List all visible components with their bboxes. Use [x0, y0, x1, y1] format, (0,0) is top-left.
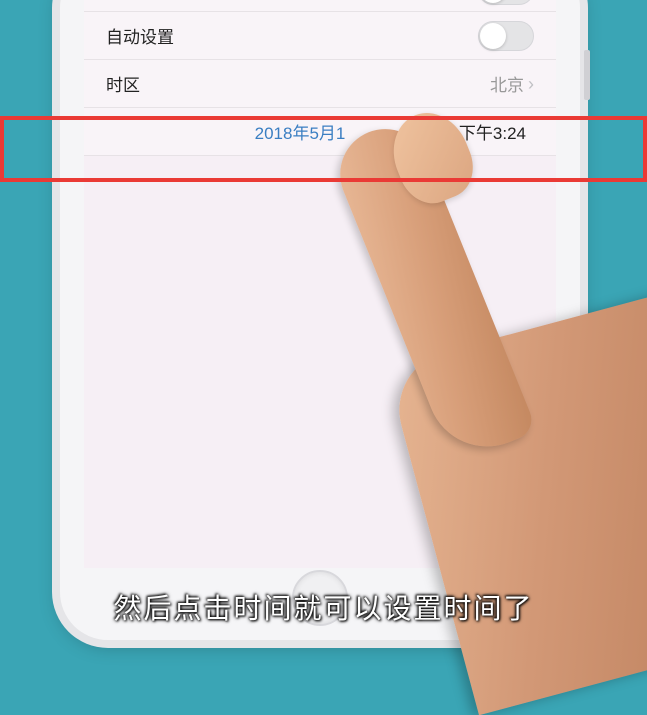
phone-frame: 自动设置 时区 北京 › 2018年5月1 下午3:24	[60, 0, 580, 640]
side-button	[584, 50, 590, 100]
row-auto-set[interactable]: 自动设置	[84, 12, 556, 60]
phone-screen: 自动设置 时区 北京 › 2018年5月1 下午3:24	[84, 0, 556, 568]
partial-row-top	[84, 0, 556, 12]
row-datetime[interactable]: 2018年5月1 下午3:24	[84, 108, 556, 156]
row-label: 时区	[106, 71, 140, 96]
row-value-container: 北京 ›	[490, 71, 534, 96]
time-value[interactable]: 下午3:24	[459, 119, 526, 144]
row-timezone[interactable]: 时区 北京 ›	[84, 60, 556, 108]
row-label: 自动设置	[106, 23, 174, 48]
chevron-right-icon: ›	[528, 75, 534, 93]
toggle-knob	[480, 0, 506, 3]
toggle-switch-partial[interactable]	[478, 0, 534, 5]
date-value[interactable]: 2018年5月1	[255, 119, 346, 144]
video-subtitle: 然后点击时间就可以设置时间了	[0, 587, 647, 627]
toggle-knob	[480, 23, 506, 49]
timezone-value: 北京	[490, 71, 524, 96]
toggle-auto-set[interactable]	[478, 21, 534, 51]
